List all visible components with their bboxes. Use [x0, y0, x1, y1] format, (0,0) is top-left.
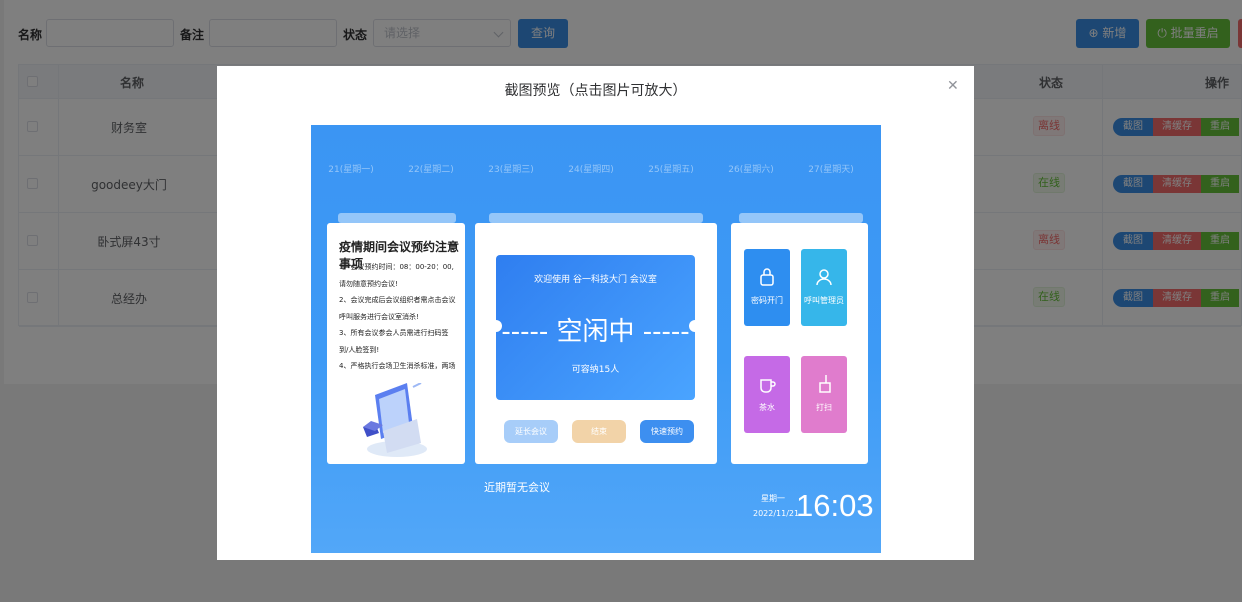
- day-label: 26(星期六): [728, 165, 774, 175]
- extend-meeting-button[interactable]: 延长会议: [504, 420, 558, 443]
- day-label: 23(星期三): [488, 165, 534, 175]
- person-icon: [816, 269, 832, 286]
- capacity-text: 可容纳15人: [571, 365, 620, 375]
- tea-tile[interactable]: 茶水: [744, 356, 790, 433]
- end-meeting-button[interactable]: 结束: [572, 420, 626, 443]
- day-label: 21(星期一): [328, 165, 374, 175]
- clean-tile[interactable]: 打扫: [801, 356, 847, 433]
- notice-line: 3、所有会议参会人员需进行扫码签到/人脸签到!: [339, 329, 449, 354]
- panel-shadow: [739, 213, 863, 223]
- close-icon[interactable]: ✕: [947, 78, 959, 94]
- ticket-notch: [490, 320, 502, 332]
- day-label: 27(星期天): [808, 165, 854, 175]
- room-status-panel: 欢迎使用 谷一科技大门 会议室 ----- 空闲中 ----- 可容纳15人 延…: [475, 223, 717, 464]
- tile-label: 茶水: [759, 403, 775, 412]
- notice-line: 1、会议预约时间：08：00-20：00,请勿随意预约会议!: [339, 263, 454, 288]
- lock-icon: [760, 268, 774, 286]
- notice-line: 4、严格执行会场卫生消杀标准，两场会议间隔不少于15分钟!: [339, 362, 456, 370]
- day-label: 25(星期五): [648, 165, 694, 175]
- panel-shadow: [338, 213, 456, 223]
- date-text: 2022/11/21: [753, 509, 800, 518]
- room-status-text: ----- 空闲中 -----: [501, 317, 690, 347]
- computer-illustration: [363, 383, 427, 457]
- clock-text: 16:03: [796, 488, 874, 523]
- tile-label: 打扫: [816, 403, 832, 412]
- panel-shadow: [489, 213, 703, 223]
- ticket-notch: [689, 320, 701, 332]
- service-panel: 密码开门 呼叫管理员 茶水 打扫: [731, 223, 868, 464]
- dialog-title: 截图预览（点击图片可放大）: [504, 83, 687, 99]
- broom-icon: [819, 375, 831, 393]
- quick-book-button[interactable]: 快速预约: [640, 420, 694, 443]
- room-status-card: 欢迎使用 谷一科技大门 会议室 ----- 空闲中 ----- 可容纳15人: [496, 255, 695, 400]
- tile-label: 呼叫管理员: [804, 296, 844, 305]
- notice-line: 2、会议完成后会议组织者需点击会议呼叫服务进行会议室消杀!: [339, 296, 456, 321]
- no-meeting-text: 近期暂无会议: [484, 481, 550, 494]
- cup-icon: [760, 379, 776, 393]
- device-screenshot[interactable]: 21(星期一) 22(星期二) 23(星期三) 24(星期四) 25(星期五) …: [311, 125, 881, 553]
- screenshot-preview-dialog: 截图预览（点击图片可放大） ✕ 21(星期一) 22(星期二) 23(星期三) …: [217, 66, 974, 560]
- day-label: 24(星期四): [568, 165, 614, 175]
- call-admin-tile[interactable]: 呼叫管理员: [801, 249, 847, 326]
- password-open-tile[interactable]: 密码开门: [744, 249, 790, 326]
- tile-label: 密码开门: [751, 296, 783, 305]
- weekday-text: 星期一: [761, 494, 785, 503]
- day-label: 22(星期二): [408, 165, 454, 175]
- notice-panel: 疫情期间会议预约注意事项 1、会议预约时间：08：00-20：00,请勿随意预约…: [327, 223, 465, 464]
- welcome-text: 欢迎使用 谷一科技大门 会议室: [534, 275, 657, 285]
- notice-body: 1、会议预约时间：08：00-20：00,请勿随意预约会议! 2、会议完成后会议…: [339, 259, 457, 377]
